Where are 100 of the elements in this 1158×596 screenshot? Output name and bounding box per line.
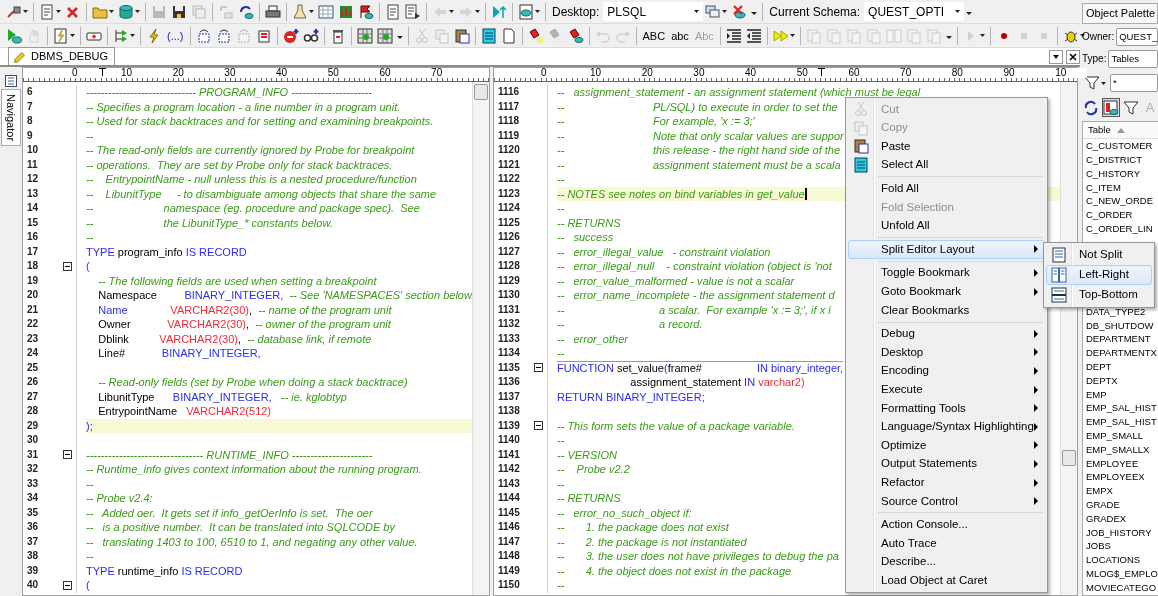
navigator-tab[interactable]: Navigator [0,89,22,147]
menu-item[interactable]: Describe... [848,552,1045,572]
chart-icon[interactable] [338,3,354,20]
dropdown-icon[interactable] [1049,49,1063,64]
stop-sign-icon[interactable] [282,27,299,44]
menu-item[interactable]: Paste [848,137,1045,156]
caret-icon[interactable] [535,10,540,13]
table-item[interactable]: JOB_HISTORY [1083,525,1158,540]
table-item[interactable]: EMP_SAL_HIST [1083,415,1158,429]
menu-item[interactable]: Source Control [848,491,1045,511]
menu-item[interactable]: Desktop [848,343,1045,362]
type-dropdown[interactable]: Tables [1108,49,1158,68]
paste-icon[interactable] [453,27,470,44]
save-all-icon[interactable] [171,3,187,20]
table-item[interactable]: C_ORDER [1083,208,1158,223]
caret-icon[interactable] [1101,81,1106,85]
document-tab[interactable]: DBMS_DEBUG [8,47,116,65]
table-item[interactable]: DEPARTMENT [1083,332,1158,347]
menu-item[interactable]: Load Object at Caret [848,571,1045,590]
caret-icon[interactable] [135,10,140,13]
menu-item[interactable]: Select All [848,155,1045,175]
windows-icon[interactable] [705,3,722,20]
table-item[interactable]: C_HISTORY [1083,166,1158,181]
table-item[interactable]: EMP_SMALLX [1083,442,1158,457]
outdent-icon[interactable] [745,27,762,44]
flashlight-icon[interactable] [527,27,544,44]
list-icon[interactable] [5,75,17,87]
scrollbar[interactable] [472,82,489,595]
close-icon[interactable] [1066,49,1080,64]
caret-icon[interactable] [109,10,114,13]
glasses-icon[interactable] [302,27,319,44]
grid-icon[interactable] [376,27,393,44]
menu-item[interactable]: Auto Trace [848,534,1045,553]
database-page-icon[interactable] [518,3,534,20]
column-header[interactable]: Table [1083,122,1158,140]
table-item[interactable]: C_ITEM [1083,180,1158,195]
menu-item[interactable]: Execute [848,380,1045,399]
table-item[interactable]: DEPTX [1083,373,1158,388]
caret-icon[interactable] [309,10,314,13]
collapse-icon[interactable] [534,421,543,431]
caret-icon[interactable] [23,10,28,13]
collapse-icon[interactable] [63,261,72,271]
dropdown[interactable]: QUEST_OPTI [864,2,965,21]
menu-item[interactable]: Refactor [848,473,1045,492]
database-cross-icon[interactable] [731,3,748,20]
menu-item[interactable]: Split Editor Layout [848,240,1045,259]
table-item[interactable]: EMPLOYEE [1083,456,1158,471]
menu-item[interactable]: Output Statements [848,454,1045,474]
menu-item[interactable]: Optimize [848,436,1045,455]
caret-icon[interactable] [722,10,728,13]
printer-icon[interactable] [265,3,281,20]
menu-item[interactable]: Top-Bottom [1046,285,1152,305]
dropdown[interactable]: PLSQL [603,2,704,21]
table-icon[interactable] [1103,99,1119,116]
menu-item[interactable]: Encoding [848,361,1045,381]
table-item[interactable]: LOCATIONS [1083,553,1158,567]
plug-icon[interactable] [6,3,22,20]
selection-icon[interactable] [195,27,212,44]
filter-field[interactable]: * [1110,73,1158,93]
text-tool-button[interactable]: ABC [639,25,669,46]
menu-item[interactable]: Action Console... [848,515,1045,535]
text-tool-button[interactable]: abc [668,25,692,46]
table-item[interactable]: DEPT [1083,360,1158,374]
table-item[interactable]: EMP_SAL_HIST [1083,401,1158,416]
owner-dropdown[interactable]: QUEST_ [1116,27,1158,46]
flag-icon[interactable] [358,3,374,20]
table-item[interactable]: EMP_SMALL [1083,429,1158,443]
database-icon[interactable] [118,3,134,20]
table-item[interactable]: EMP [1083,387,1158,402]
table-item[interactable]: MOVIECATEGO [1083,580,1158,595]
lightning-icon[interactable] [146,27,162,44]
table-item[interactable]: JOBS [1083,539,1158,554]
refresh-icon[interactable] [1083,99,1099,116]
caret-icon[interactable] [70,34,75,37]
menu-item[interactable]: Not Split [1046,245,1152,265]
table-item[interactable]: EMPX [1083,484,1158,498]
menu-item[interactable]: Clear Bookmarks [848,300,1045,320]
table-item[interactable]: DEPARTMENTX [1083,346,1158,360]
selection-icon[interactable] [215,27,232,44]
collapse-icon[interactable] [63,580,72,590]
filter-icon[interactable] [1123,99,1139,116]
table-item[interactable]: MLOG$_EMPLO [1083,566,1158,581]
document-lines-icon[interactable] [255,27,272,44]
table-item[interactable]: C_CUSTOMER [1083,139,1158,154]
collapse-icon[interactable] [63,450,72,460]
table-item[interactable]: GRADE [1083,498,1158,512]
menu-item[interactable]: Language/Syntax Highlighting [848,417,1045,437]
caret-icon[interactable] [955,10,961,13]
text-tool-button[interactable]: (...) [164,25,187,46]
table-item[interactable]: C_DISTRICT [1083,153,1158,167]
table-item[interactable]: C_NEW_ORDE [1083,194,1158,209]
table-item[interactable]: C_ORDER_LIN [1083,222,1158,236]
filter-icon[interactable] [1084,75,1100,91]
menu-item[interactable]: Formatting Tools [848,398,1045,418]
table-item[interactable]: DB_SHUTDOW [1083,318,1158,333]
menu-item[interactable]: Toggle Bookmark [848,263,1045,283]
collapse-icon[interactable] [534,363,543,373]
caret-icon[interactable] [789,34,795,37]
document-arrow-icon[interactable] [405,3,421,20]
menu-item[interactable]: Fold All [848,179,1045,198]
